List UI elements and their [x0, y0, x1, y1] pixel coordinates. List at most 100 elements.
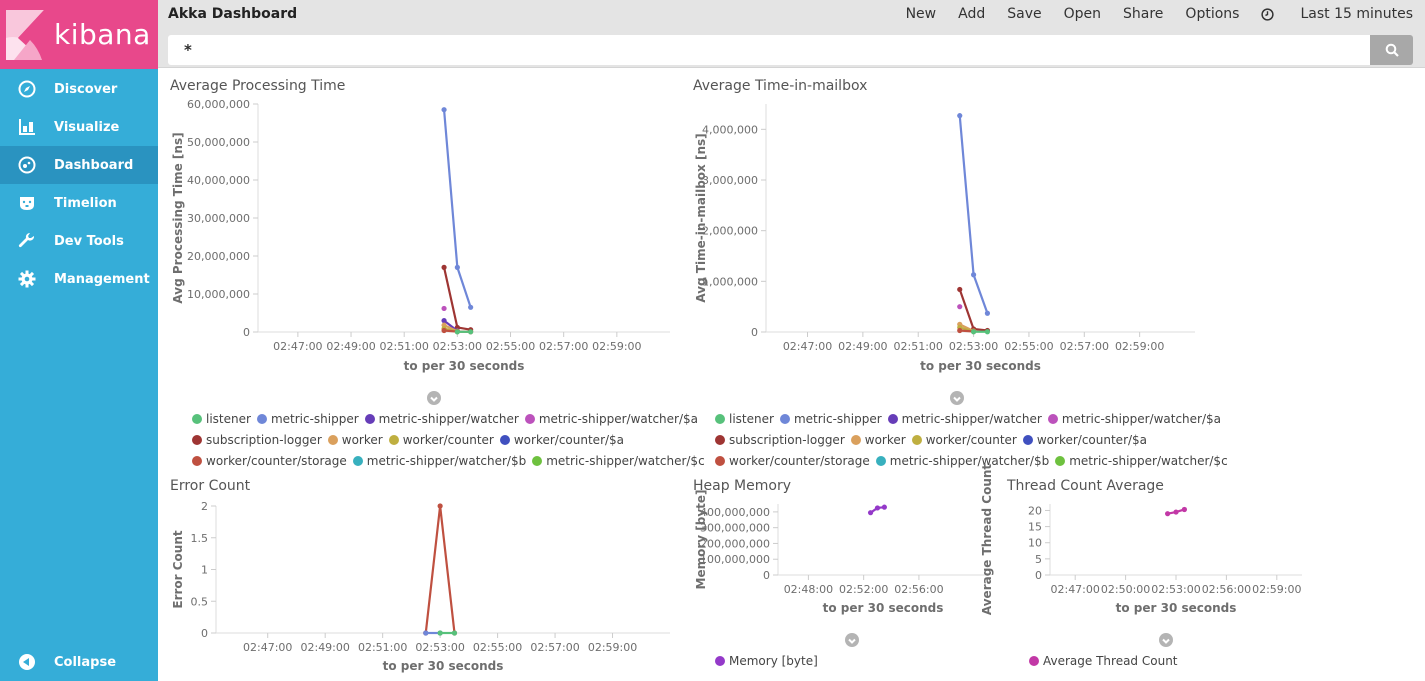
legend-toggle-button[interactable] — [950, 391, 964, 405]
collapse-button[interactable]: Collapse — [0, 643, 158, 681]
legend-color-dot — [192, 455, 202, 466]
data-point — [437, 503, 443, 509]
y-axis-label: Error Count — [171, 530, 185, 609]
legend-item[interactable]: worker/counter/storage — [715, 454, 870, 468]
data-point — [984, 329, 991, 335]
legend-item[interactable]: metric-shipper — [779, 412, 882, 426]
data-point — [874, 505, 881, 511]
add-button[interactable]: Add — [958, 6, 985, 22]
legend-label: metric-shipper/watcher/$b — [366, 453, 527, 468]
x-axis-label: to per 30 seconds — [1116, 601, 1237, 615]
y-tick-label: 60,000,000 — [187, 98, 250, 111]
y-tick-label: 50,000,000 — [187, 136, 250, 149]
sidebar-item-dev-tools[interactable]: Dev Tools — [0, 222, 158, 260]
legend-item[interactable]: Average Thread Count — [1029, 654, 1178, 668]
legend-color-dot — [875, 455, 886, 466]
legend-color-dot — [779, 413, 790, 424]
sidebar-item-dashboard[interactable]: Dashboard — [0, 146, 158, 184]
data-point — [970, 272, 977, 278]
legend-color-dot — [364, 413, 375, 424]
legend-toggle-button[interactable] — [427, 391, 441, 405]
legend-color-dot — [1022, 434, 1033, 445]
chart-avg-processing-time: 0 10,000,000 20,000,000 30,000,000 40,000,00… — [171, 98, 670, 373]
legend-item[interactable]: worker/counter/storage — [192, 454, 347, 468]
x-tick-label: 02:53:00 — [949, 340, 998, 353]
legend-item[interactable]: worker/counter — [911, 433, 1017, 447]
legend-item[interactable]: Memory [byte] — [715, 654, 818, 668]
x-tick-label: 02:56:00 — [894, 583, 943, 596]
legend-item[interactable]: metric-shipper/watcher/$b — [352, 453, 527, 468]
x-axis-label: to per 30 seconds — [920, 359, 1041, 373]
sidebar-item-label: Dev Tools — [54, 233, 124, 249]
search-button[interactable] — [1370, 35, 1413, 65]
query-input[interactable]: * — [168, 35, 1370, 65]
legend-item[interactable]: worker — [327, 433, 383, 447]
data-point — [468, 329, 474, 335]
data-point — [468, 304, 474, 310]
series-line — [958, 289, 988, 332]
panel-avg-time-in-mailbox: Average Time-in-mailbox 0 1,000,000 2,000,… — [693, 78, 1228, 473]
data-point — [957, 304, 963, 310]
collapse-label: Collapse — [54, 654, 117, 670]
legend-item[interactable]: worker/counter — [388, 432, 494, 447]
legend-color-dot — [499, 434, 510, 445]
data-point — [441, 264, 447, 270]
legend-item[interactable]: metric-shipper/watcher/$c — [1055, 454, 1228, 468]
sidebar-item-management[interactable]: Management — [0, 260, 158, 298]
share-button[interactable]: Share — [1123, 6, 1163, 22]
sidebar-item-label: Management — [54, 271, 150, 287]
series-line — [442, 109, 472, 308]
legend-row: worker/counter/storage metric-shipper/wat… — [192, 450, 705, 471]
x-axis-label: to per 30 seconds — [404, 359, 525, 373]
data-point — [454, 264, 460, 270]
legend-item[interactable]: worker/counter/$a — [1022, 433, 1147, 447]
x-tick-label: 02:57:00 — [530, 641, 579, 654]
x-tick-label: 02:49:00 — [838, 340, 887, 353]
legend-color-dot — [715, 434, 725, 445]
sidebar-item-timelion[interactable]: Timelion — [0, 184, 158, 222]
open-button[interactable]: Open — [1064, 6, 1101, 22]
legend-item[interactable]: worker/counter/$a — [499, 433, 624, 447]
legend-item[interactable]: metric-shipper/watcher — [887, 412, 1042, 426]
kibana-logo[interactable]: kibana — [0, 0, 158, 69]
legend-toggle-button[interactable] — [845, 633, 859, 647]
x-tick-label: 02:53:00 — [1151, 583, 1200, 596]
dashboard-title: Akka Dashboard — [168, 6, 298, 22]
new-button[interactable]: New — [906, 6, 937, 22]
x-tick-label: 02:59:00 — [1252, 583, 1301, 596]
series-line — [958, 115, 989, 314]
save-button[interactable]: Save — [1007, 6, 1041, 22]
sidebar-item-discover[interactable]: Discover — [0, 70, 158, 108]
data-point — [957, 327, 963, 334]
wrench-icon — [0, 232, 54, 250]
x-tick-label: 02:48:00 — [784, 583, 833, 596]
legend-label: metric-shipper/watcher — [378, 411, 519, 426]
legend-label: worker — [864, 432, 906, 447]
legend-item[interactable]: listener — [192, 412, 251, 426]
legend-item[interactable]: metric-shipper/watcher/$c — [532, 453, 705, 468]
options-button[interactable]: Options — [1185, 6, 1239, 22]
legend-item[interactable]: subscription-logger — [715, 433, 845, 447]
legend-item[interactable]: worker — [850, 432, 906, 447]
legend-toggle-button[interactable] — [1159, 633, 1173, 647]
legend-label: worker/counter — [402, 432, 494, 447]
time-picker[interactable]: Last 15 minutes — [1261, 6, 1413, 22]
data-point — [970, 329, 977, 335]
legend-item[interactable]: metric-shipper/watcher/$a — [1047, 412, 1221, 426]
legend-label: metric-shipper/watcher/$b — [889, 453, 1050, 468]
legend-item[interactable]: subscription-logger — [192, 433, 322, 447]
legend-item[interactable]: metric-shipper/watcher/$b — [875, 453, 1050, 468]
legend-item[interactable]: metric-shipper/watcher/$a — [524, 412, 698, 426]
legend-color-dot — [715, 413, 725, 424]
legend-label: metric-shipper/watcher/$c — [546, 453, 705, 468]
panel-heap-memory: Heap Memory 0 100,000,000 200,000,000 300,0… — [693, 478, 998, 681]
legend-row: subscription-logger worker worker/counter w… — [192, 429, 702, 450]
sidebar-item-visualize[interactable]: Visualize — [0, 108, 158, 146]
x-axis-label: to per 30 seconds — [823, 601, 944, 615]
legend-item[interactable]: listener — [715, 412, 774, 426]
legend-item[interactable]: metric-shipper/watcher — [364, 411, 519, 426]
panel-error-count: Error Count 0 0.5 1 1.5 2 02:47:00 02:49:00 02:… — [170, 478, 680, 681]
y-axis-label: Avg Time-in-mailbox [ns] — [694, 133, 708, 302]
legend-item[interactable]: metric-shipper — [256, 412, 359, 426]
sidebar-item-label: Timelion — [54, 195, 117, 211]
